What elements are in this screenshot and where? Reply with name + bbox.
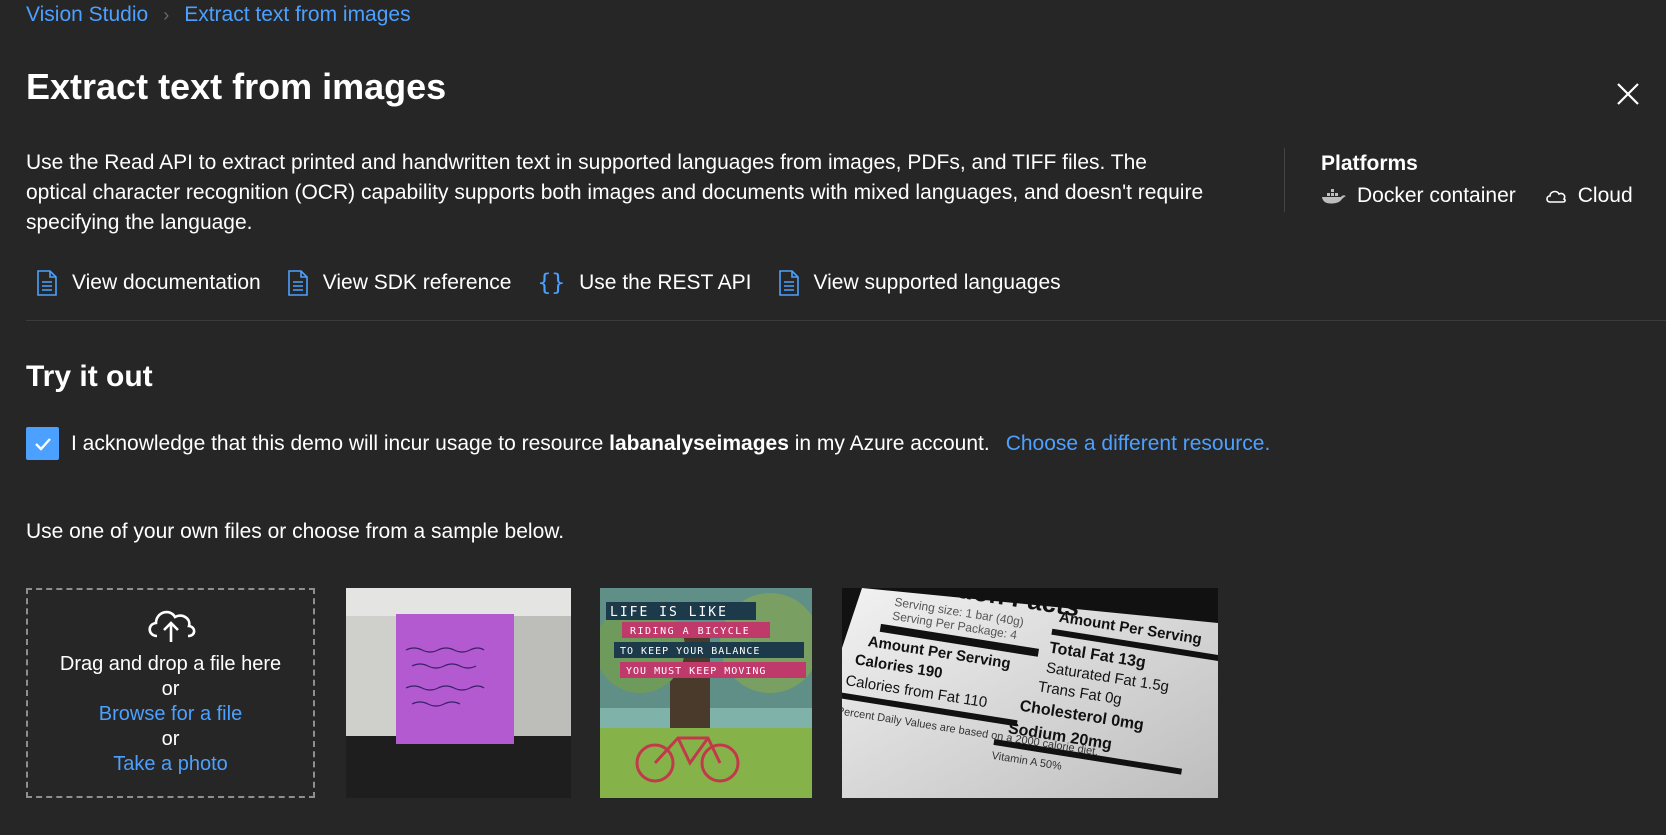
breadcrumb: Vision Studio › Extract text from images bbox=[26, 3, 411, 27]
sample-image-bicycle-poster[interactable]: LIFE IS LIKE RIDING A BICYCLE TO KEEP YO… bbox=[600, 588, 812, 798]
resource-links: View documentation View SDK reference {}… bbox=[36, 270, 1087, 296]
browse-file-link[interactable]: Browse for a file bbox=[99, 702, 242, 727]
ack-suffix: in my Azure account. bbox=[794, 431, 990, 455]
vertical-divider bbox=[1284, 148, 1285, 212]
view-supported-languages-label: View supported languages bbox=[813, 271, 1061, 294]
take-photo-link[interactable]: Take a photo bbox=[113, 752, 228, 777]
sample-image-sticky-note[interactable] bbox=[346, 588, 571, 798]
platform-docker-label: Docker container bbox=[1357, 184, 1516, 207]
view-documentation-label: View documentation bbox=[72, 271, 261, 294]
sticky-note-image bbox=[346, 588, 571, 798]
close-icon bbox=[1617, 83, 1639, 105]
section-divider bbox=[26, 320, 1666, 321]
bicycle-line-1: LIFE IS LIKE bbox=[610, 605, 728, 620]
page-title: Extract text from images bbox=[26, 66, 447, 107]
acknowledge-checkbox[interactable] bbox=[26, 427, 59, 460]
platform-cloud: Cloud bbox=[1544, 184, 1633, 208]
acknowledge-text: I acknowledge that this demo will incur … bbox=[71, 432, 990, 456]
view-sdk-reference-label: View SDK reference bbox=[322, 271, 512, 294]
use-rest-api-label: Use the REST API bbox=[579, 271, 752, 294]
or-text: or bbox=[161, 678, 180, 700]
platform-docker: Docker container bbox=[1321, 184, 1516, 208]
platforms-panel: Platforms Docker container Cloud bbox=[1321, 152, 1661, 208]
sample-image-nutrition-facts[interactable]: Nutrition Facts Serving size: 1 bar (40g… bbox=[842, 588, 1218, 798]
page-description: Use the Read API to extract printed and … bbox=[26, 151, 1204, 234]
ack-prefix: I acknowledge that this demo will incur … bbox=[71, 431, 604, 455]
choose-different-resource-link[interactable]: Choose a different resource. bbox=[1006, 432, 1271, 456]
document-icon bbox=[287, 270, 308, 296]
bicycle-poster-image: LIFE IS LIKE RIDING A BICYCLE TO KEEP YO… bbox=[600, 588, 812, 798]
document-icon bbox=[778, 270, 799, 296]
bicycle-line-3: TO KEEP YOUR BALANCE bbox=[620, 646, 760, 657]
cloud-upload-icon bbox=[147, 610, 195, 642]
breadcrumb-current[interactable]: Extract text from images bbox=[184, 3, 410, 27]
bicycle-line-4: YOU MUST KEEP MOVING bbox=[626, 666, 766, 677]
instruction-text: Use one of your own files or choose from… bbox=[26, 520, 565, 543]
braces-icon: {} bbox=[537, 270, 566, 296]
drag-drop-text: Drag and drop a file here bbox=[59, 653, 282, 675]
view-documentation-link[interactable]: View documentation bbox=[36, 270, 261, 296]
nutrition-facts-image: Nutrition Facts Serving size: 1 bar (40g… bbox=[842, 588, 1218, 798]
platforms-title: Platforms bbox=[1321, 152, 1418, 175]
acknowledge-row: I acknowledge that this demo will incur … bbox=[26, 427, 1270, 460]
breadcrumb-vision-studio[interactable]: Vision Studio bbox=[26, 3, 148, 27]
or-text: or bbox=[161, 728, 180, 750]
docker-icon bbox=[1322, 189, 1346, 204]
platform-cloud-label: Cloud bbox=[1577, 184, 1633, 207]
checkmark-icon bbox=[34, 437, 51, 451]
use-rest-api-link[interactable]: {} Use the REST API bbox=[537, 270, 751, 296]
chevron-right-icon: › bbox=[163, 4, 170, 25]
file-dropzone[interactable]: Drag and drop a file here or Browse for … bbox=[26, 588, 315, 798]
view-sdk-reference-link[interactable]: View SDK reference bbox=[287, 270, 512, 296]
try-it-out-title: Try it out bbox=[26, 360, 153, 393]
document-icon bbox=[37, 270, 57, 296]
ack-resource-name: labanalyseimages bbox=[609, 431, 789, 455]
bicycle-line-2: RIDING A BICYCLE bbox=[630, 626, 750, 637]
view-supported-languages-link[interactable]: View supported languages bbox=[778, 270, 1061, 296]
close-button[interactable] bbox=[1612, 78, 1644, 110]
cloud-icon bbox=[1545, 190, 1566, 203]
